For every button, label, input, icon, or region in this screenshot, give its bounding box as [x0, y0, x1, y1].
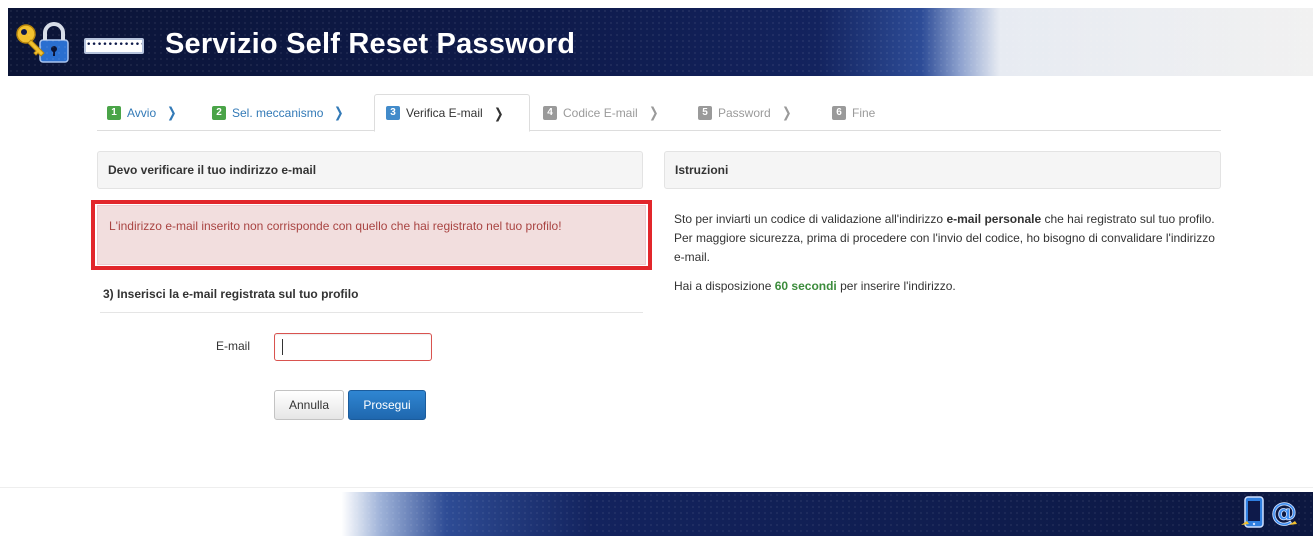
- instructions-text-fragment: Sto per inviarti un codice di validazion…: [674, 212, 947, 226]
- step-label: Codice E-mail: [563, 105, 638, 120]
- step-label: Fine: [852, 105, 876, 120]
- email-input[interactable]: [274, 333, 432, 361]
- instructions-text-fragment: Hai a disposizione: [674, 279, 775, 293]
- divider: [100, 312, 643, 313]
- step-number: 4: [543, 105, 557, 120]
- step-number: 3: [386, 106, 400, 120]
- chevron-right-icon: ❯: [334, 104, 344, 120]
- key-lock-icon: [16, 22, 69, 63]
- step-fine: 6 Fine: [832, 94, 875, 131]
- footer-divider: [0, 487, 1313, 488]
- header-banner: ••••••••••• Servizio Self Reset Password: [8, 8, 1313, 76]
- step-label: Avvio: [127, 105, 157, 120]
- panel-heading-instructions: Istruzioni: [664, 151, 1221, 189]
- error-alert: L'indirizzo e-mail inserito non corrispo…: [97, 205, 646, 265]
- password-field-graphic: •••••••••••: [84, 38, 144, 54]
- instructions-paragraph: Hai a disposizione 60 secondi per inseri…: [674, 277, 1222, 296]
- instructions-text-fragment: che hai registrato sul tuo profilo.: [1041, 212, 1215, 226]
- step-password: 5 Password ❯: [698, 94, 792, 131]
- footer-icons: @: [1241, 496, 1298, 529]
- step-label: Verifica E-mail: [406, 106, 483, 120]
- step-number: 2: [212, 105, 226, 120]
- step-number: 1: [107, 105, 121, 120]
- instructions-text-fragment: per inserire l'indirizzo.: [836, 279, 956, 293]
- step-avvio[interactable]: 1 Avvio ❯: [107, 94, 178, 131]
- step-number: 6: [832, 105, 846, 120]
- wizard-steps: 1 Avvio ❯ 2 Sel. meccanismo ❯ 3 Verifica…: [97, 94, 1221, 132]
- step-codice-email: 4 Codice E-mail ❯: [543, 94, 659, 131]
- at-sign-icon: @: [1271, 498, 1298, 529]
- step-label: Password: [718, 105, 771, 120]
- instructions-paragraph: Sto per inviarti un codice di validazion…: [674, 210, 1222, 229]
- footer-banner: [0, 492, 1313, 536]
- chevron-right-icon: ❯: [493, 104, 504, 121]
- step-label: Sel. meccanismo: [232, 105, 324, 120]
- chevron-right-icon: ❯: [781, 104, 792, 120]
- app-title: Servizio Self Reset Password: [165, 28, 576, 60]
- continue-button[interactable]: Prosegui: [348, 390, 426, 420]
- text-caret: [282, 339, 283, 355]
- email-label: E-mail: [216, 339, 251, 353]
- step-number: 5: [698, 105, 712, 120]
- chevron-right-icon: ❯: [648, 104, 659, 120]
- section-title: 3) Inserisci la e-mail registrata sul tu…: [103, 287, 359, 301]
- chevron-right-icon: ❯: [167, 104, 177, 120]
- step-verifica-email[interactable]: 3 Verifica E-mail ❯: [374, 94, 530, 132]
- panel-heading-verify: Devo verificare il tuo indirizzo e-mail: [97, 151, 643, 189]
- instructions-text: Sto per inviarti un codice di validazion…: [674, 210, 1222, 296]
- instructions-paragraph: Per maggiore sicurezza, prima di procede…: [674, 231, 1215, 264]
- step-sel-meccanismo[interactable]: 2 Sel. meccanismo ❯: [212, 94, 345, 131]
- timer-highlight: 60 secondi: [774, 279, 837, 293]
- cancel-button[interactable]: Annulla: [274, 390, 344, 420]
- phone-icon: [1241, 496, 1264, 528]
- instructions-bold: e-mail personale: [946, 212, 1042, 226]
